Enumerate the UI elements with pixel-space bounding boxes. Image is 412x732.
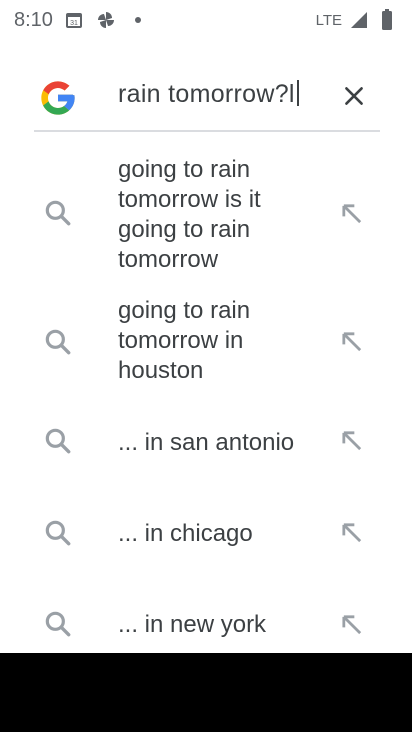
notification-dot-icon xyxy=(127,9,149,31)
suggestion-item[interactable]: ... in chicago xyxy=(0,508,412,558)
suggestion-text: ... in chicago xyxy=(118,520,253,547)
svg-text:31: 31 xyxy=(70,20,78,27)
suggestion-text: going to rain tomorrow in houston xyxy=(118,297,251,384)
search-icon xyxy=(45,428,71,454)
arrow-up-left-icon[interactable] xyxy=(338,519,366,547)
arrow-up-left-icon[interactable] xyxy=(338,328,366,356)
search-icon xyxy=(45,200,71,226)
search-underline xyxy=(34,130,380,132)
text-cursor xyxy=(296,80,299,106)
close-icon xyxy=(345,87,363,105)
suggestion-item[interactable]: going to rain tomorrow is it going to ra… xyxy=(0,150,412,276)
clear-search-button[interactable] xyxy=(336,78,372,114)
network-type: LTE xyxy=(315,11,342,29)
search-icon xyxy=(45,611,71,637)
status-bar: 8:10 31 LTE xyxy=(0,0,412,40)
search-icon xyxy=(45,520,71,546)
arrow-up-left-icon[interactable] xyxy=(338,427,366,455)
battery-icon xyxy=(376,9,398,31)
suggestion-item[interactable]: ... in new york xyxy=(0,600,412,650)
suggestion-text: ... in new york xyxy=(118,611,267,638)
navigation-bar xyxy=(0,653,412,732)
suggestion-item[interactable]: ... in san antonio xyxy=(0,416,412,466)
search-bar: rain tomorrow?l xyxy=(0,60,412,130)
search-input[interactable]: rain tomorrow?l xyxy=(118,80,299,109)
photos-icon xyxy=(95,9,117,31)
status-left: 8:10 31 xyxy=(14,9,149,32)
search-query-text: rain tomorrow?l xyxy=(118,80,295,108)
suggestion-text: ... in san antonio xyxy=(118,429,295,456)
search-icon xyxy=(45,329,71,355)
suggestion-item[interactable]: going to rain tomorrow in houston xyxy=(0,296,412,392)
status-time: 8:10 xyxy=(14,8,53,31)
arrow-up-left-icon[interactable] xyxy=(338,200,366,228)
google-logo-icon xyxy=(38,78,78,118)
signal-icon xyxy=(348,9,370,31)
arrow-up-left-icon[interactable] xyxy=(338,611,366,639)
suggestion-text: going to rain tomorrow is it going to ra… xyxy=(118,156,261,273)
status-right: LTE xyxy=(316,9,398,31)
calendar-icon: 31 xyxy=(63,9,85,31)
